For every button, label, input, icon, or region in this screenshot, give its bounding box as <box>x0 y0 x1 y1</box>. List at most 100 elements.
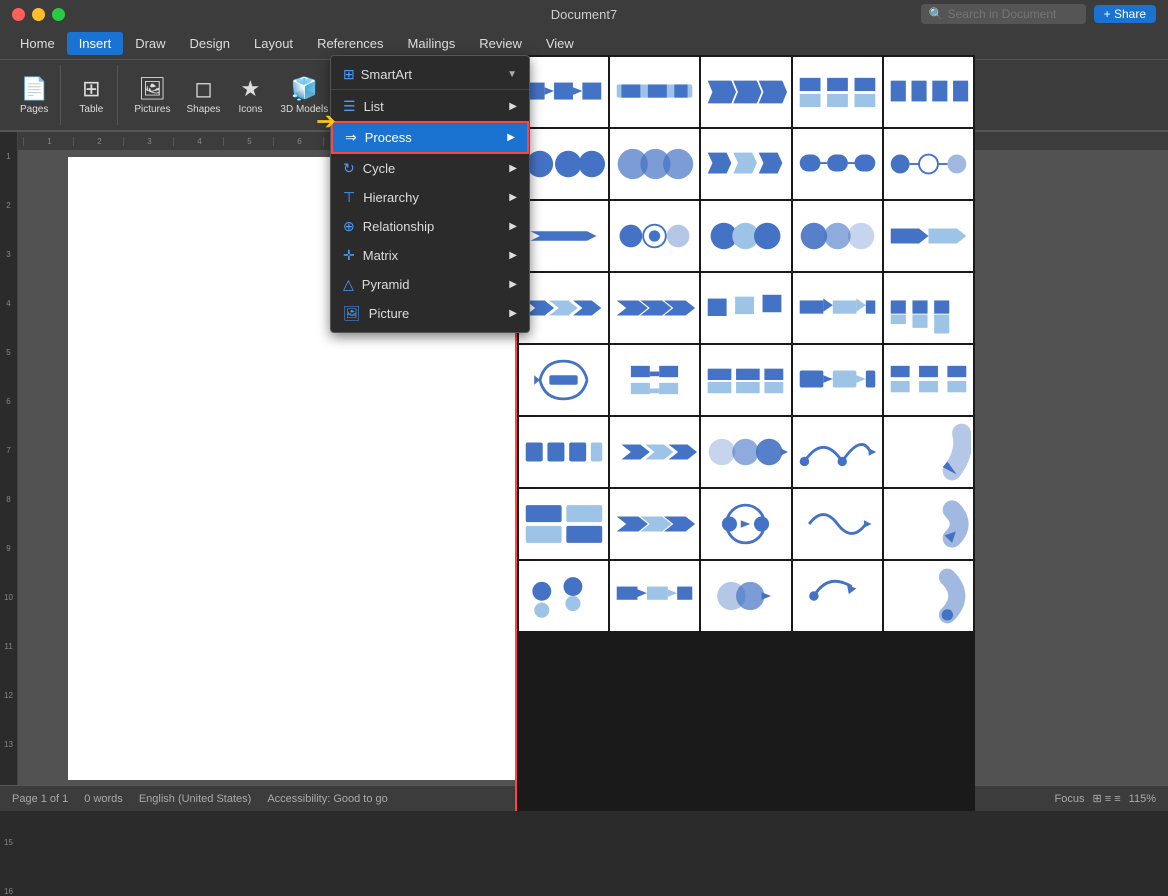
menu-item-hierarchy[interactable]: ⊤ Hierarchy ▶ <box>331 183 529 212</box>
process-cell-3[interactable] <box>701 57 790 127</box>
cycle-label: Cycle <box>363 161 396 176</box>
process-cell-10[interactable] <box>884 129 973 199</box>
process-cell-30[interactable] <box>884 417 973 487</box>
menu-item-process[interactable]: ⇒ Process ▶ <box>331 121 529 154</box>
status-left: Page 1 of 1 0 words English (United Stat… <box>12 793 388 805</box>
process-cell-24[interactable] <box>793 345 882 415</box>
process-cell-14[interactable] <box>793 201 882 271</box>
process-cell-35[interactable] <box>884 489 973 559</box>
process-cell-11[interactable] <box>519 201 608 271</box>
process-cell-8[interactable] <box>701 129 790 199</box>
page-count: Page 1 of 1 <box>12 793 68 805</box>
process-cell-39[interactable] <box>793 561 882 631</box>
ruler-mark-1: 1 <box>23 137 73 146</box>
list-icon: ☰ <box>343 98 356 115</box>
process-cell-1[interactable] <box>519 57 608 127</box>
menu-item-pyramid-left: △ Pyramid <box>343 276 409 293</box>
process-cell-40[interactable] <box>884 561 973 631</box>
process-cell-20[interactable] <box>884 273 973 343</box>
matrix-label: Matrix <box>363 248 398 263</box>
list-arrow: ▶ <box>509 101 517 112</box>
ruler-num-3: 3 <box>6 250 10 259</box>
menu-item-cycle[interactable]: ↻ Cycle ▶ <box>331 154 529 183</box>
process-cell-36[interactable] <box>519 561 608 631</box>
nav-review[interactable]: Review <box>467 32 534 55</box>
nav-layout[interactable]: Layout <box>242 32 305 55</box>
ruler-num-13: 13 <box>4 740 13 749</box>
nav-design[interactable]: Design <box>178 32 242 55</box>
ruler-num-9: 9 <box>6 544 10 553</box>
process-cell-5[interactable] <box>884 57 973 127</box>
process-cell-15[interactable] <box>884 201 973 271</box>
ribbon-table[interactable]: ⊞ Table <box>71 67 111 123</box>
search-input[interactable] <box>948 7 1078 21</box>
ribbon-pictures[interactable]: 🖼 Pictures <box>128 67 176 123</box>
process-cell-21[interactable] <box>519 345 608 415</box>
list-label: List <box>364 99 384 114</box>
menu-item-picture-left: 🖼 Picture <box>343 305 409 322</box>
process-cell-26[interactable] <box>519 417 608 487</box>
process-cell-34[interactable] <box>793 489 882 559</box>
nav-view[interactable]: View <box>534 32 586 55</box>
view-icons[interactable]: ⊞ ≡ ≡ <box>1093 792 1121 805</box>
search-bar[interactable]: 🔍 <box>921 4 1086 24</box>
process-label: Process <box>365 130 412 145</box>
process-cell-2[interactable] <box>610 57 699 127</box>
search-icon: 🔍 <box>929 7 944 21</box>
process-cell-28[interactable] <box>701 417 790 487</box>
process-cell-12[interactable] <box>610 201 699 271</box>
nav-references[interactable]: References <box>305 32 395 55</box>
process-cell-32[interactable] <box>610 489 699 559</box>
title-bar-right: 🔍 + Share <box>921 4 1156 24</box>
menu-item-matrix[interactable]: ✛ Matrix ▶ <box>331 241 529 270</box>
ruler-num-7: 7 <box>6 446 10 455</box>
ruler-mark-2: 2 <box>73 137 123 146</box>
ribbon-shapes[interactable]: ◻ Shapes <box>180 67 226 123</box>
process-cell-6[interactable] <box>519 129 608 199</box>
process-cell-23[interactable] <box>701 345 790 415</box>
nav-draw[interactable]: Draw <box>123 32 177 55</box>
menu-item-pyramid[interactable]: △ Pyramid ▶ <box>331 270 529 299</box>
minimize-button[interactable] <box>32 8 45 21</box>
pages-label: Pages <box>20 104 48 115</box>
process-cell-31[interactable] <box>519 489 608 559</box>
ruler-num-5: 5 <box>6 348 10 357</box>
process-cell-16[interactable] <box>519 273 608 343</box>
process-cell-22[interactable] <box>610 345 699 415</box>
process-cell-17[interactable] <box>610 273 699 343</box>
close-button[interactable] <box>12 8 25 21</box>
process-cell-25[interactable] <box>884 345 973 415</box>
nav-home[interactable]: Home <box>8 32 67 55</box>
pictures-label: Pictures <box>134 104 170 115</box>
ruler-mark-4: 4 <box>173 137 223 146</box>
menu-item-picture[interactable]: 🖼 Picture ▶ <box>331 299 529 328</box>
nav-mailings[interactable]: Mailings <box>396 32 468 55</box>
process-cell-7[interactable] <box>610 129 699 199</box>
share-button[interactable]: + Share <box>1094 5 1156 23</box>
ribbon-icons[interactable]: ★ Icons <box>230 67 270 123</box>
process-cell-19[interactable] <box>793 273 882 343</box>
language: English (United States) <box>139 793 252 805</box>
menu-item-list[interactable]: ☰ List ▶ <box>331 92 529 121</box>
focus-mode[interactable]: Focus <box>1055 793 1085 805</box>
nav-insert[interactable]: Insert <box>67 32 124 55</box>
pictures-icon: 🖼 <box>138 76 166 102</box>
maximize-button[interactable] <box>52 8 65 21</box>
picture-arrow: ▶ <box>509 308 517 319</box>
process-arrow-indicator: ➔ <box>316 107 336 136</box>
process-panel <box>515 55 975 811</box>
process-cell-18[interactable] <box>701 273 790 343</box>
process-cell-33[interactable] <box>701 489 790 559</box>
ribbon-pages[interactable]: 📄 Pages <box>14 67 54 123</box>
process-cell-38[interactable] <box>701 561 790 631</box>
process-cell-13[interactable] <box>701 201 790 271</box>
ruler-num-16: 16 <box>4 887 13 896</box>
process-cell-29[interactable] <box>793 417 882 487</box>
process-cell-27[interactable] <box>610 417 699 487</box>
shapes-label: Shapes <box>186 104 220 115</box>
smartart-header-label: SmartArt <box>361 67 412 82</box>
process-cell-37[interactable] <box>610 561 699 631</box>
menu-item-relationship[interactable]: ⊕ Relationship ▶ <box>331 212 529 241</box>
process-cell-4[interactable] <box>793 57 882 127</box>
process-cell-9[interactable] <box>793 129 882 199</box>
